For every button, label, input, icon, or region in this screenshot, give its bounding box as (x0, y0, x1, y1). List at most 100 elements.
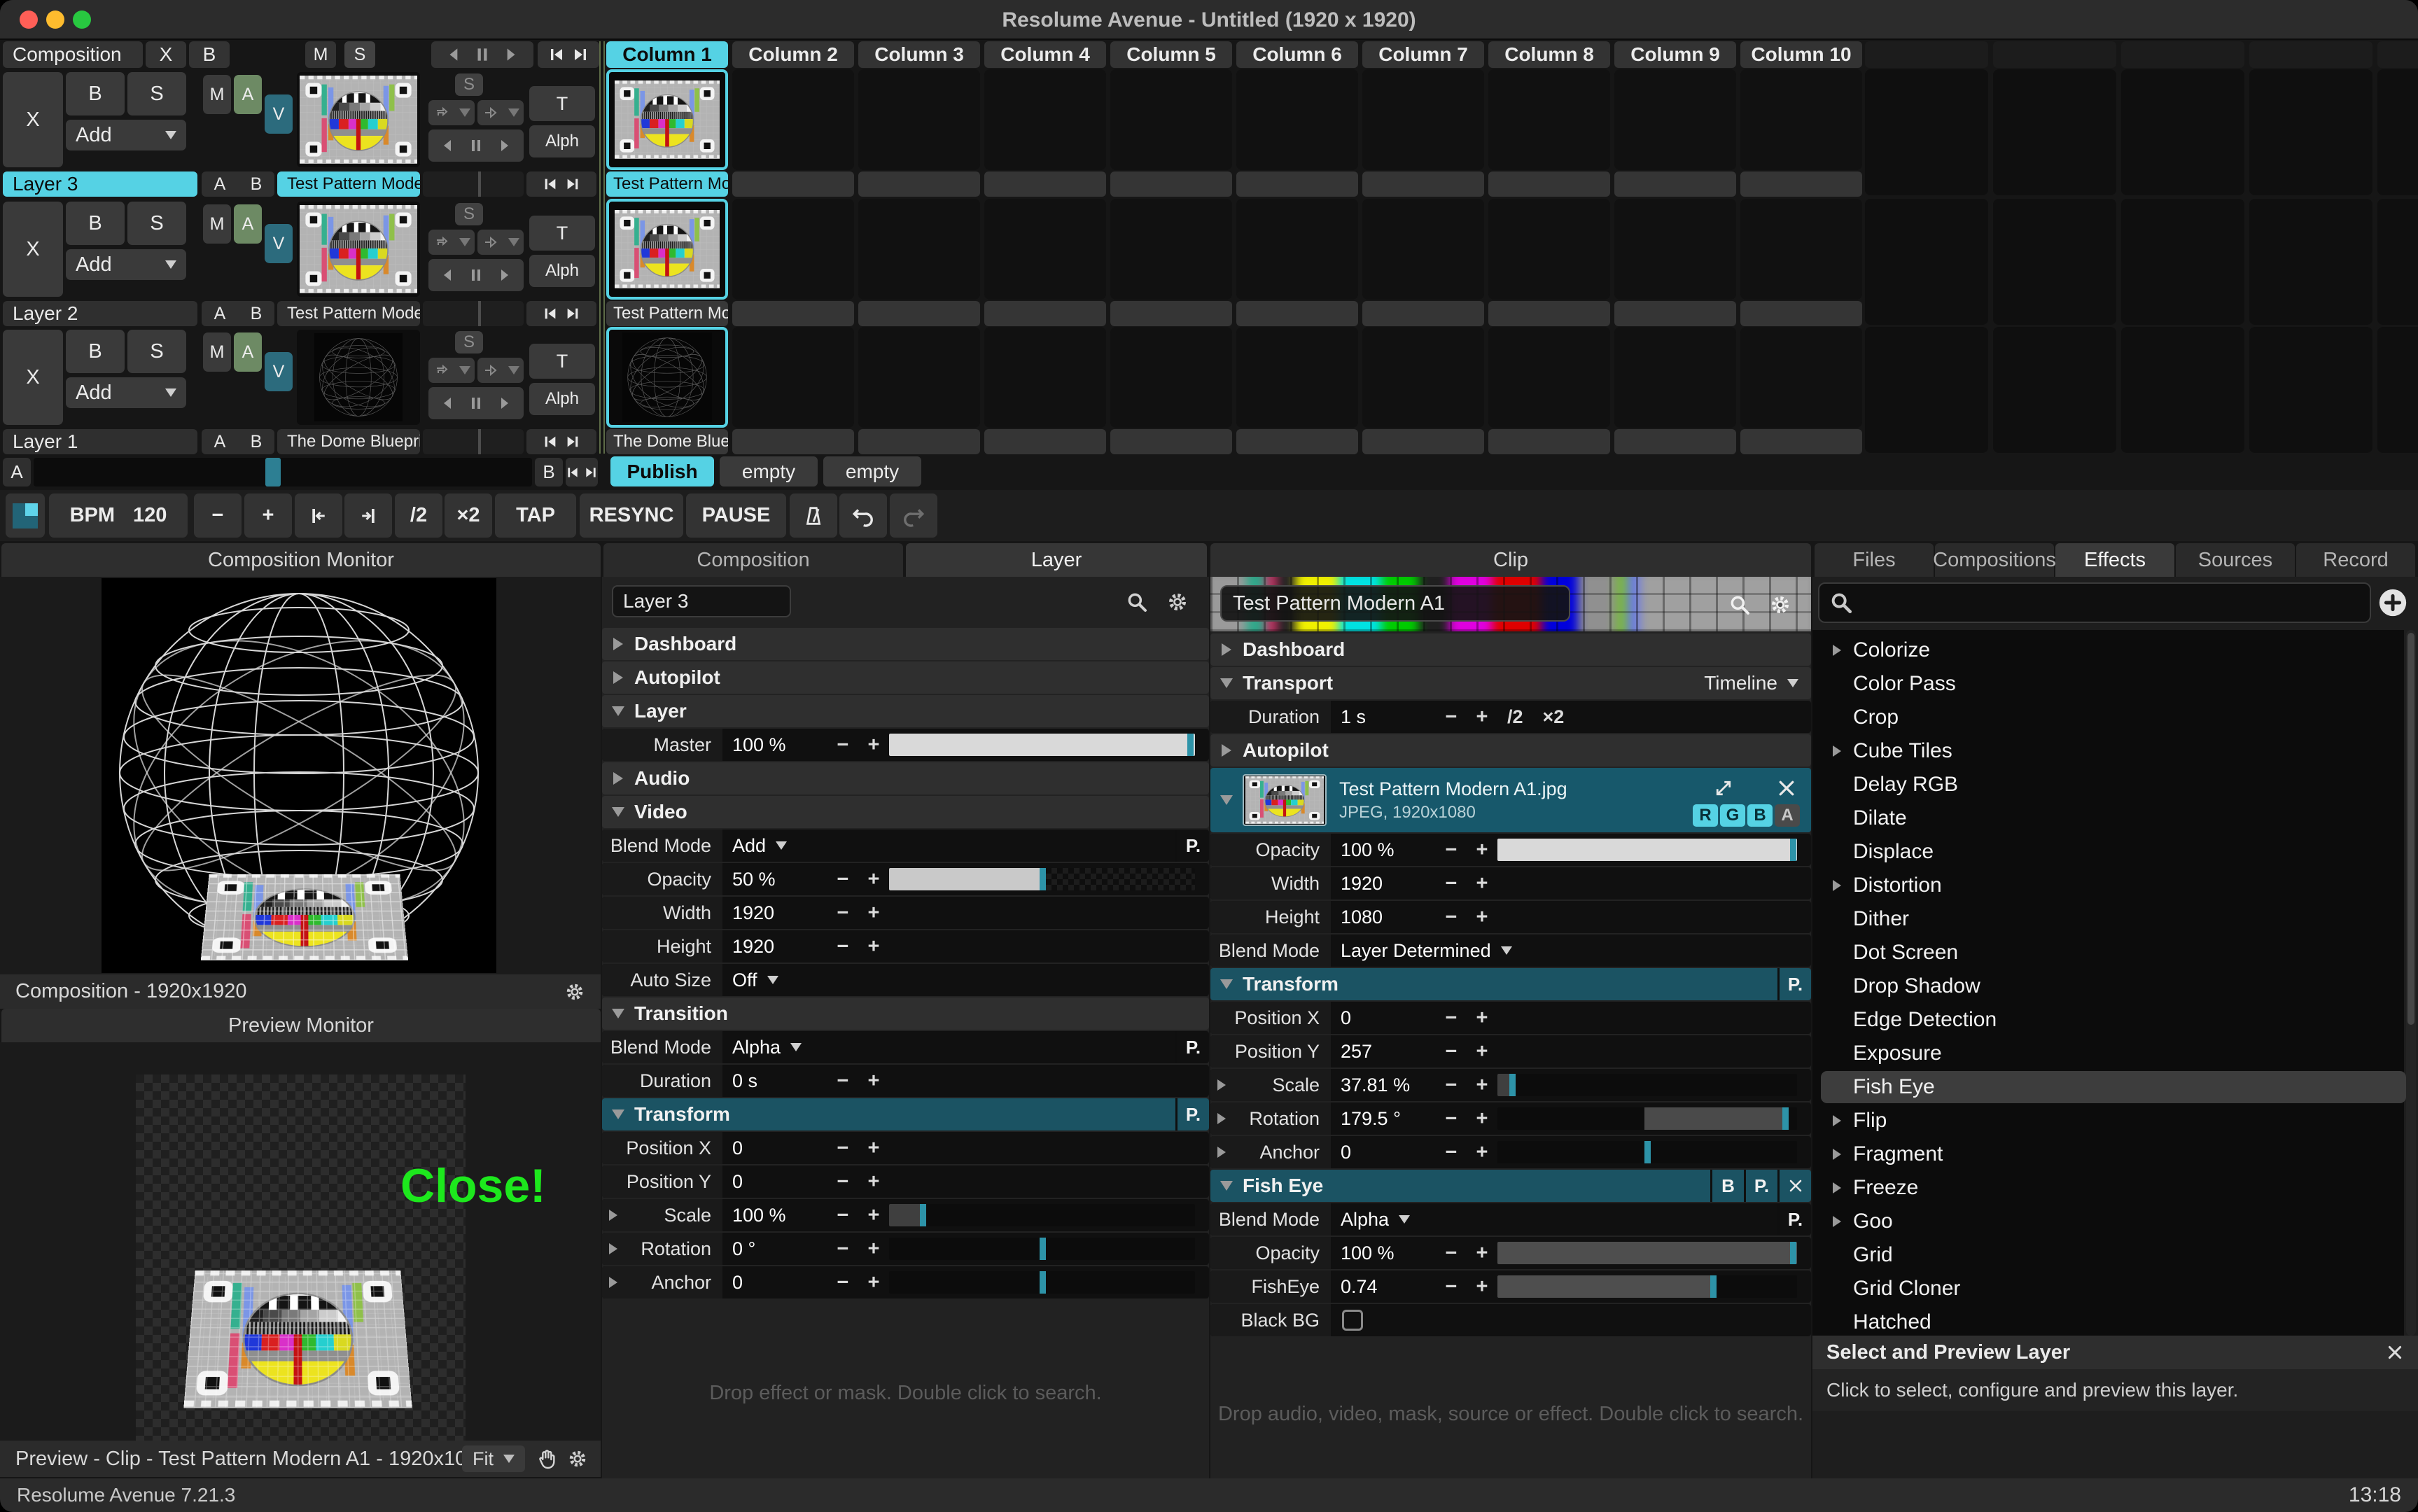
column-header-5[interactable]: Column 5 (1110, 41, 1232, 68)
skip-end-icon[interactable] (584, 465, 598, 479)
clip-slot-empty[interactable] (1993, 327, 2116, 453)
layer-blend-dropdown[interactable]: Add (66, 377, 186, 408)
layer-clip-label[interactable]: Test Pattern Mode... (277, 301, 420, 326)
clip-slot-empty[interactable] (2377, 327, 2418, 453)
layer-section-dashboard[interactable]: Dashboard (602, 628, 1209, 660)
play-backwards-icon[interactable] (440, 395, 456, 412)
clip-slot-empty[interactable] (2121, 69, 2244, 195)
clip-slot-label[interactable] (1362, 429, 1484, 454)
clip-slot[interactable] (1110, 199, 1232, 300)
clip-channel-R[interactable]: R (1693, 804, 1718, 827)
effect-item-colorize[interactable]: Colorize (1821, 634, 2406, 666)
layer-value-dropdown[interactable]: Off (722, 969, 778, 991)
bpm-increase-button[interactable]: + (244, 493, 292, 538)
clip-slot-empty[interactable] (2121, 199, 2244, 325)
layer-decrement[interactable]: − (827, 1204, 858, 1227)
effect-item-distortion[interactable]: Distortion (1821, 869, 2406, 902)
layer-decrement[interactable]: − (827, 1070, 858, 1093)
tab-compositions[interactable]: Compositions (1935, 543, 2054, 577)
clip-slot[interactable] (1110, 327, 1232, 428)
layer-slider[interactable] (889, 1271, 1195, 1294)
layer-section-video[interactable]: Video (602, 796, 1209, 828)
clip-increment[interactable]: + (1467, 1040, 1497, 1063)
layer-clip-thumbnail[interactable] (297, 72, 420, 167)
clip-slider[interactable] (1497, 1141, 1797, 1163)
clip-slot[interactable] (984, 69, 1106, 170)
layer-bypass-button[interactable]: B (66, 330, 125, 373)
clip-header-strip[interactable]: Test Pattern Modern A1 (1210, 577, 1811, 631)
clip-slot-empty[interactable] (2377, 69, 2418, 195)
clip-section-fish-eye[interactable]: Fish EyeBP. (1210, 1170, 1811, 1202)
clip-decrement[interactable]: − (1436, 706, 1467, 729)
clip-slot[interactable] (1614, 327, 1736, 428)
bpm-display[interactable]: BPM120 (49, 493, 188, 538)
play-forwards-icon[interactable] (501, 46, 519, 64)
pan-hand-icon[interactable] (536, 1448, 559, 1471)
clip-section-autopilot[interactable]: Autopilot (1210, 734, 1811, 766)
effect-item-cube-tiles[interactable]: Cube Tiles (1821, 735, 2406, 767)
layer-decrement[interactable]: − (827, 1238, 858, 1261)
clip-slot-label[interactable] (732, 301, 854, 326)
layer-crossfader-assign[interactable]: AB (202, 301, 274, 326)
layer-clip-label[interactable]: The Dome Bluepri... (277, 429, 420, 454)
publish-button[interactable]: Publish (610, 456, 714, 486)
layer-param-animation-button[interactable]: P. (1175, 1031, 1209, 1063)
clip-slot[interactable] (1236, 199, 1358, 300)
clip-slot-label[interactable] (984, 429, 1106, 454)
column-header-2[interactable]: Column 2 (732, 41, 854, 68)
layer-bypass-button[interactable]: B (66, 202, 125, 245)
effect-item-hatched[interactable]: Hatched (1821, 1306, 2406, 1338)
clip-slot-empty[interactable] (1993, 69, 2116, 195)
layer-clear-button[interactable]: X (3, 202, 63, 297)
clip-direction-dropdown[interactable] (477, 230, 524, 255)
clip-decrement[interactable]: − (1436, 872, 1467, 895)
effect-search-input[interactable] (1818, 582, 2371, 623)
layer-value[interactable]: 0 (722, 1171, 827, 1193)
empty-deck-button-2[interactable]: empty (823, 456, 921, 486)
skip-end-icon[interactable] (572, 46, 589, 63)
clip-transport[interactable] (428, 130, 524, 162)
layer-value[interactable]: 50 % (722, 869, 827, 890)
effect-item-fragment[interactable]: Fragment (1821, 1138, 2406, 1170)
clip-channel-A[interactable]: A (1775, 804, 1800, 827)
effect-item-drop-shadow[interactable]: Drop Shadow (1821, 970, 2406, 1002)
clip-section-dashboard[interactable]: Dashboard (1210, 634, 1811, 666)
clip-value[interactable]: 100 % (1331, 1242, 1436, 1264)
clip-slot[interactable] (984, 199, 1106, 300)
bpm-decrease-button[interactable]: − (194, 493, 242, 538)
clip-channel-B[interactable]: B (1747, 804, 1773, 827)
layer-decrement[interactable]: − (827, 868, 858, 891)
layer-video-toggle[interactable]: V (265, 94, 293, 134)
effect-item-flip[interactable]: Flip (1821, 1105, 2406, 1137)
layer-value[interactable]: 0 (722, 1138, 827, 1159)
clip-slot-label[interactable] (1488, 429, 1610, 454)
clip-slot-empty[interactable] (2249, 199, 2372, 325)
clip-param-animation-button[interactable]: P. (1777, 968, 1811, 1000)
clip-decrement[interactable]: − (1436, 839, 1467, 862)
clip-slot-label[interactable] (1740, 301, 1862, 326)
layer-decrement[interactable]: − (827, 935, 858, 958)
layer-decrement[interactable]: − (827, 1170, 858, 1194)
clip-The Dome Bluepri...[interactable] (606, 327, 728, 428)
skip-start-icon[interactable] (543, 306, 558, 321)
play-forwards-icon[interactable] (496, 137, 512, 154)
pause-icon[interactable] (468, 395, 484, 412)
clip-sync-button[interactable]: S (455, 203, 483, 225)
layer-section-autopilot[interactable]: Autopilot (602, 662, 1209, 694)
clip-increment[interactable]: + (1467, 906, 1497, 929)
layer-slider[interactable] (889, 734, 1195, 756)
clip-increment[interactable]: + (1467, 872, 1497, 895)
effect-item-crop[interactable]: Crop (1821, 701, 2406, 734)
effect-item-displace[interactable]: Displace (1821, 836, 2406, 868)
composition-label[interactable]: Composition (3, 41, 143, 68)
gear-icon[interactable] (1769, 594, 1791, 616)
layer-name[interactable]: Layer 1 (3, 429, 197, 454)
layer-alpha-button[interactable]: Alph (529, 383, 595, 415)
clip-slot-label[interactable] (1614, 429, 1736, 454)
effect-item-grid[interactable]: Grid (1821, 1239, 2406, 1271)
effect-item-dither[interactable]: Dither (1821, 903, 2406, 935)
layer-slider[interactable] (889, 1204, 1195, 1226)
effect-item-goo[interactable]: Goo (1821, 1205, 2406, 1238)
clip-slider[interactable] (1497, 839, 1797, 861)
clip-slot[interactable] (1362, 69, 1484, 170)
